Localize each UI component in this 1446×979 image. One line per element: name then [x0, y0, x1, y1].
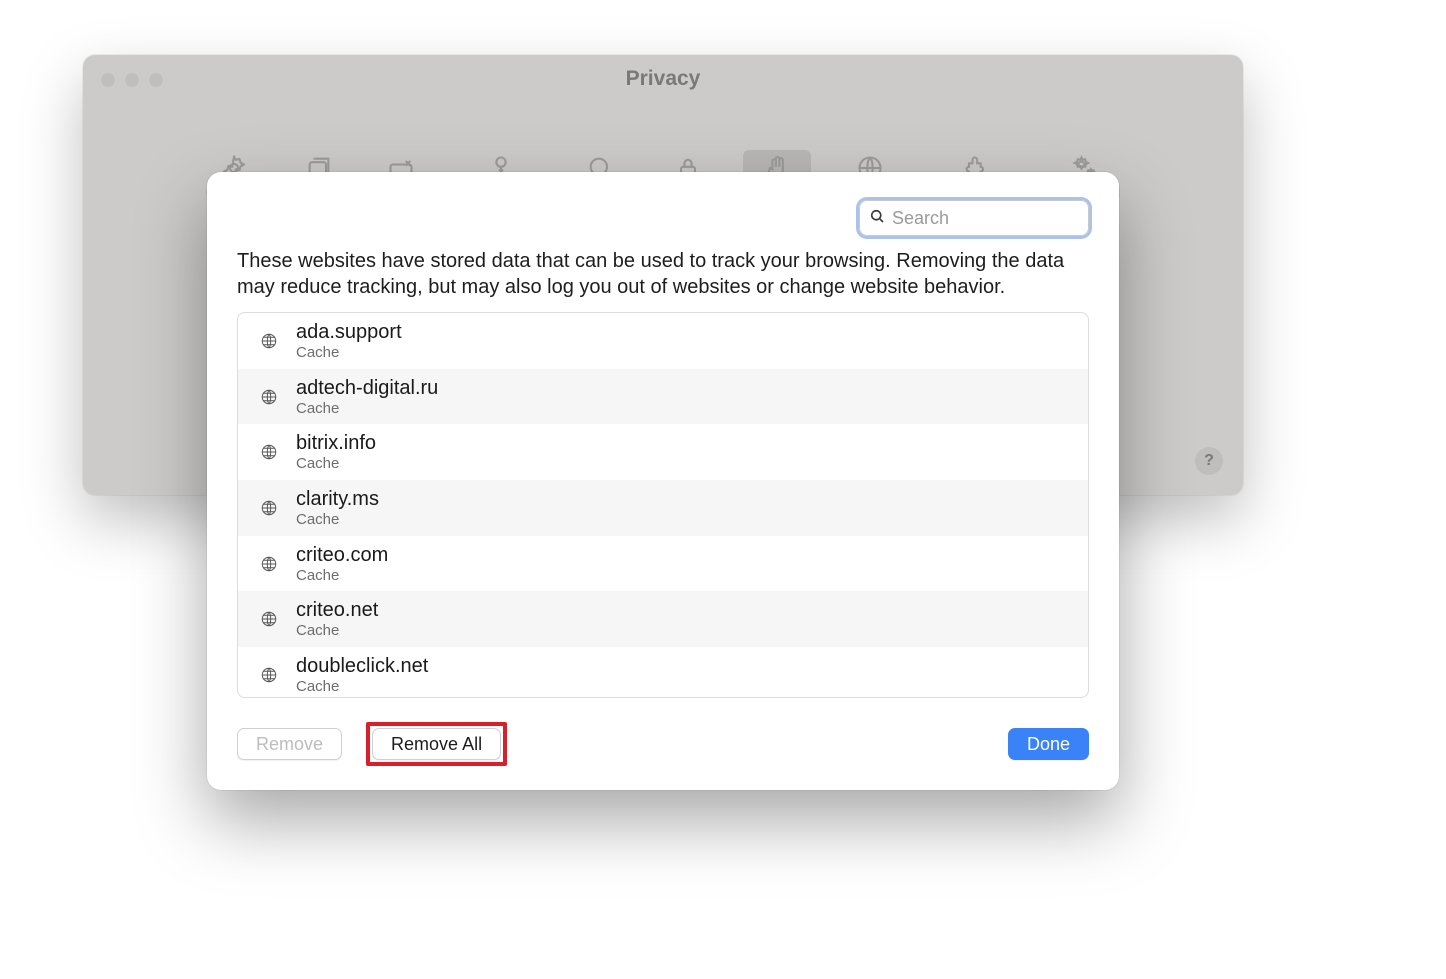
website-datatype: Cache: [296, 511, 379, 529]
search-icon: [868, 207, 886, 230]
website-row[interactable]: bitrix.info Cache: [238, 424, 1088, 480]
dialog-button-row: Remove Remove All Done: [237, 722, 1089, 766]
website-datatype: Cache: [296, 455, 376, 473]
globe-icon: [260, 443, 278, 461]
website-datatype: Cache: [296, 678, 428, 696]
website-datatype: Cache: [296, 400, 438, 418]
website-datatype: Cache: [296, 622, 378, 640]
website-row[interactable]: ada.support Cache: [238, 313, 1088, 369]
globe-icon: [260, 666, 278, 684]
remove-button: Remove: [237, 728, 342, 760]
help-label: ?: [1204, 452, 1214, 470]
search-input[interactable]: [892, 208, 1124, 229]
website-row[interactable]: clarity.ms Cache: [238, 480, 1088, 536]
globe-icon: [260, 388, 278, 406]
website-row[interactable]: criteo.com Cache: [238, 536, 1088, 592]
search-field-container[interactable]: [859, 200, 1089, 236]
globe-icon: [260, 610, 278, 628]
globe-icon: [260, 555, 278, 573]
website-row[interactable]: doubleclick.net Cache: [238, 647, 1088, 698]
help-button[interactable]: ?: [1195, 447, 1223, 475]
website-datatype: Cache: [296, 567, 388, 585]
remove-all-button[interactable]: Remove All: [372, 728, 501, 760]
website-row[interactable]: adtech-digital.ru Cache: [238, 369, 1088, 425]
website-domain: ada.support: [296, 320, 402, 344]
website-datatype: Cache: [296, 344, 402, 362]
website-list: ada.support Cache adtech-digital.ru Cach…: [237, 312, 1089, 698]
website-domain: adtech-digital.ru: [296, 376, 438, 400]
website-domain: bitrix.info: [296, 431, 376, 455]
globe-icon: [260, 499, 278, 517]
highlight-annotation: Remove All: [366, 722, 507, 766]
website-domain: clarity.ms: [296, 487, 379, 511]
window-title: Privacy: [83, 67, 1243, 91]
website-domain: criteo.com: [296, 543, 388, 567]
website-domain: doubleclick.net: [296, 654, 428, 678]
website-row[interactable]: criteo.net Cache: [238, 591, 1088, 647]
dialog-description: These websites have stored data that can…: [237, 248, 1089, 300]
website-domain: criteo.net: [296, 598, 378, 622]
website-data-dialog: These websites have stored data that can…: [207, 172, 1119, 790]
globe-icon: [260, 332, 278, 350]
done-button[interactable]: Done: [1008, 728, 1089, 760]
